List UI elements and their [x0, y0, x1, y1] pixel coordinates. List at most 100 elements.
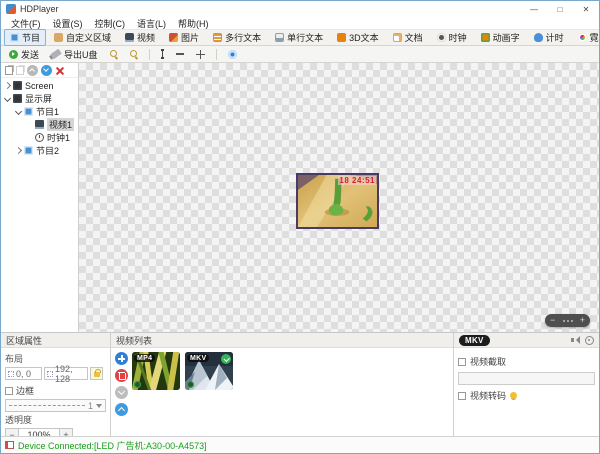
video-transcode-checkbox[interactable]	[458, 392, 466, 400]
size-value: 192, 128	[55, 364, 85, 384]
tree-item-display[interactable]: 显示屏	[1, 92, 78, 105]
design-canvas[interactable]: 18 24:51 − +	[79, 63, 599, 332]
tab-image[interactable]: 图片	[163, 29, 205, 46]
tab-neon[interactable]: 霓虹	[572, 29, 600, 46]
export-usb-button[interactable]: 导出U盘	[47, 47, 102, 62]
document-icon	[393, 33, 402, 42]
text-cursor-icon	[161, 49, 164, 59]
video-capture-checkbox[interactable]	[458, 358, 466, 366]
paste-icon	[16, 66, 24, 75]
device-status-text: Device Connected:[LED 广告机:A30-00-A4573]	[18, 439, 207, 452]
video-capture-row[interactable]: 视频截取	[458, 355, 595, 368]
size-input[interactable]: 192, 128	[44, 367, 88, 380]
tab-label: 自定义区域	[66, 31, 111, 44]
tab-clock[interactable]: 时钟	[431, 29, 473, 46]
video-list-header: 视频列表	[111, 333, 453, 348]
minimize-button[interactable]: —	[521, 1, 547, 17]
video-transcode-row[interactable]: 视频转码	[458, 389, 595, 402]
delete-video-button[interactable]	[115, 369, 128, 382]
text-cursor-tool[interactable]	[157, 48, 168, 60]
multiline-text-icon	[213, 33, 222, 42]
record-tool[interactable]	[224, 49, 241, 60]
size-icon	[47, 371, 53, 377]
expander-icon[interactable]	[15, 148, 21, 154]
lock-ratio-button[interactable]	[90, 367, 103, 380]
tree-item-program2[interactable]: 节目2	[1, 144, 78, 157]
title-bar: HDPlayer — □ ✕	[1, 1, 599, 17]
tree-item-program1[interactable]: 节目1	[1, 105, 78, 118]
bottom-panels: 区域属性 布局 0, 0 192, 128	[1, 332, 599, 436]
add-video-button[interactable]	[115, 352, 128, 365]
expander-icon[interactable]	[15, 109, 21, 115]
video-thumbnail-mp4[interactable]: MP4	[132, 352, 180, 390]
capture-range-input[interactable]	[458, 372, 595, 385]
video-thumbnail-mkv[interactable]: MKV	[185, 352, 233, 390]
move-tool[interactable]	[192, 49, 209, 60]
send-button[interactable]: 发送	[5, 47, 43, 62]
zoom-in-icon[interactable]: +	[580, 316, 585, 325]
hint-bulb-icon	[510, 392, 517, 399]
tree-item-label: 时钟1	[47, 131, 70, 144]
program-tree: Screen 显示屏 节目1 视频1	[1, 78, 78, 332]
tab-document[interactable]: 文档	[387, 29, 429, 46]
border-style-select[interactable]: 1	[5, 399, 106, 412]
tab-label: 3D文本	[349, 31, 379, 44]
program-tree-panel: Screen 显示屏 节目1 视频1	[1, 63, 79, 332]
position-input[interactable]: 0, 0	[5, 367, 42, 380]
canvas-zoom-control[interactable]: − +	[545, 314, 590, 327]
menu-help[interactable]: 帮助(H)	[172, 17, 215, 30]
tree-item-screen[interactable]: Screen	[1, 79, 78, 92]
content-tab-bar: 节目 自定义区域 视频 图片 多行文本 单行文本 3D文本 文档	[1, 30, 599, 46]
expander-icon[interactable]	[4, 96, 10, 102]
timer-icon	[534, 33, 543, 42]
settings-icon[interactable]	[585, 336, 594, 345]
volume-icon[interactable]	[571, 336, 580, 344]
tab-custom-area[interactable]: 自定义区域	[48, 29, 117, 46]
move-down-icon[interactable]	[41, 65, 52, 76]
tree-toolbar	[1, 63, 78, 78]
horizontal-tool[interactable]	[172, 52, 188, 56]
format-pill: MKV	[459, 335, 490, 346]
tab-program[interactable]: 节目	[4, 29, 46, 46]
maximize-button[interactable]: □	[547, 1, 573, 17]
send-label: 发送	[21, 48, 39, 61]
menu-file[interactable]: 文件(F)	[5, 17, 47, 30]
zoom-out-icon[interactable]: −	[550, 316, 555, 325]
tab-label: 节目	[22, 31, 40, 44]
border-checkbox[interactable]	[5, 387, 13, 395]
video-preview-region[interactable]: 18 24:51	[296, 173, 379, 229]
delete-node-icon[interactable]	[55, 66, 64, 75]
tab-video[interactable]: 视频	[119, 29, 161, 46]
expander-icon[interactable]	[4, 83, 10, 89]
zoom-out-button[interactable]	[126, 49, 142, 59]
menu-language[interactable]: 语言(L)	[131, 17, 172, 30]
video-transcode-label: 视频转码	[470, 389, 506, 402]
zoom-in-button[interactable]	[106, 49, 122, 59]
menu-control[interactable]: 控制(C)	[89, 17, 132, 30]
horizontal-line-icon	[176, 53, 184, 55]
video-capture-label: 视频截取	[470, 355, 506, 368]
tab-animated-text[interactable]: 动画字	[475, 29, 526, 46]
program-icon	[10, 33, 19, 42]
tab-timer[interactable]: 计时	[528, 29, 570, 46]
tab-label: 视频	[137, 31, 155, 44]
tree-item-video1[interactable]: 视频1	[1, 118, 78, 131]
move-up-disabled-icon	[27, 65, 38, 76]
border-checkbox-row[interactable]: 边框	[5, 384, 106, 397]
clock-overlay[interactable]: 18 24:51	[338, 176, 376, 185]
animated-text-icon	[481, 33, 490, 42]
send-icon	[9, 50, 18, 59]
move-up-button[interactable]	[115, 403, 128, 416]
tab-label: 图片	[181, 31, 199, 44]
close-button[interactable]: ✕	[573, 1, 599, 17]
tree-item-clock1[interactable]: 时钟1	[1, 131, 78, 144]
tab-multiline-text[interactable]: 多行文本	[207, 29, 267, 46]
tab-singleline-text[interactable]: 单行文本	[269, 29, 329, 46]
toolbar-separator	[149, 49, 150, 60]
menu-settings[interactable]: 设置(S)	[47, 17, 89, 30]
zoom-in-icon	[110, 50, 118, 58]
tab-3d-text[interactable]: 3D文本	[331, 29, 385, 46]
clock-icon	[437, 33, 446, 42]
device-icon	[5, 441, 14, 449]
copy-icon[interactable]	[5, 66, 13, 75]
